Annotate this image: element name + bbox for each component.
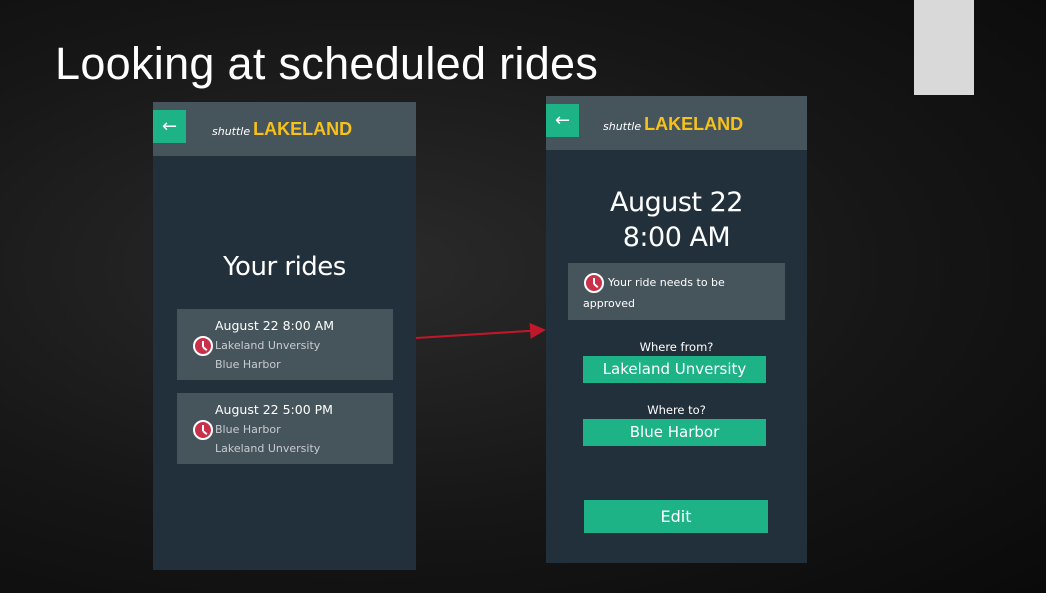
ride-card[interactable]: August 22 5:00 PM Blue Harbor Lakeland U…	[177, 393, 393, 464]
ride-datetime: August 22 8:00 AM	[546, 185, 807, 255]
ride-origin: Lakeland Unversity	[215, 339, 321, 352]
app-header: ← shuttle LAKELAND	[153, 102, 416, 156]
brand-small: shuttle	[603, 120, 642, 133]
status-text-line2: approved	[583, 297, 635, 310]
rides-heading: Your rides	[223, 252, 346, 282]
status-text-line1: Your ride needs to be	[608, 276, 725, 289]
from-label: Where from?	[639, 340, 714, 354]
ride-detail-screen: ← shuttle LAKELAND August 22 8:00 AM Your…	[546, 96, 807, 563]
clock-icon	[193, 420, 213, 440]
arrow-left-icon: ←	[554, 110, 571, 131]
back-button[interactable]: ←	[546, 104, 579, 137]
brand-logo: shuttle LAKELAND	[603, 114, 743, 135]
status-notice: Your ride needs to be approved	[568, 263, 785, 320]
ride-date: August 22	[610, 187, 743, 218]
ride-origin: Blue Harbor	[215, 423, 281, 436]
edit-button[interactable]: Edit	[584, 500, 768, 533]
clock-icon	[584, 273, 604, 293]
brand-small: shuttle	[212, 125, 251, 138]
ride-datetime: August 22 5:00 PM	[215, 402, 333, 417]
app-header: ← shuttle LAKELAND	[546, 96, 807, 150]
ride-datetime: August 22 8:00 AM	[215, 318, 334, 333]
arrow-left-icon: ←	[161, 116, 178, 137]
ride-time: 8:00 AM	[622, 222, 731, 253]
rides-list-screen: ← shuttle LAKELAND Your rides August 22 8…	[153, 102, 416, 570]
clock-icon	[193, 336, 213, 356]
to-label: Where to?	[647, 403, 706, 417]
from-field[interactable]: Lakeland Unversity	[583, 356, 766, 383]
brand-name: LAKELAND	[644, 114, 744, 134]
back-button[interactable]: ←	[153, 110, 186, 143]
brand-name: LAKELAND	[253, 119, 353, 139]
ride-card[interactable]: August 22 8:00 AM Lakeland Unversity Blu…	[177, 309, 393, 380]
brand-logo: shuttle LAKELAND	[212, 119, 352, 140]
ride-destination: Lakeland Unversity	[215, 442, 321, 455]
ride-destination: Blue Harbor	[215, 358, 281, 371]
to-field[interactable]: Blue Harbor	[583, 419, 766, 446]
